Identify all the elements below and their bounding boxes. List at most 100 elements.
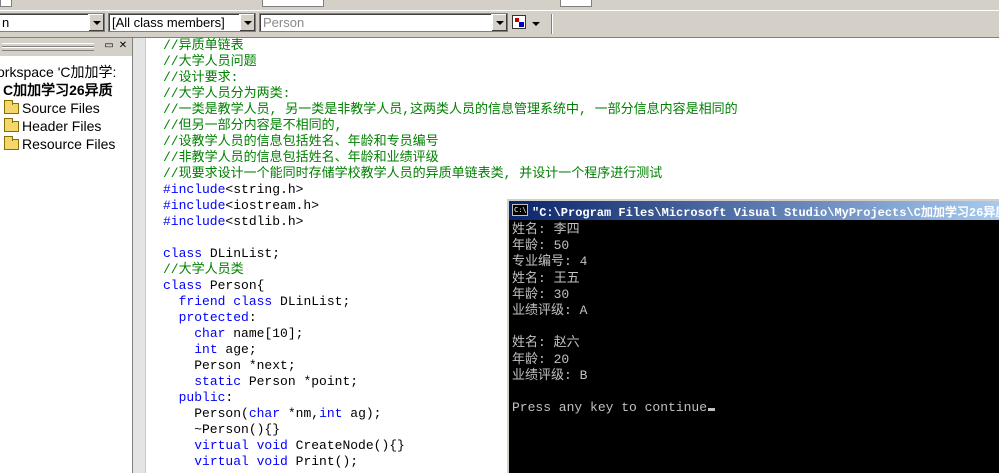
tree-folder-item[interactable]: Header Files	[22, 118, 101, 134]
workspace-header: ▭ ✕	[0, 38, 132, 56]
code-keyword: class	[163, 246, 203, 261]
code-comment: //大学人员分为两类:	[163, 86, 291, 101]
text-cursor	[708, 408, 716, 412]
code-comment: //设教学人员的信息包括姓名、年龄和专员编号	[163, 134, 439, 149]
top-field-left	[0, 0, 12, 7]
code-text: DLinList;	[202, 246, 281, 261]
code-text: Person *next;	[163, 358, 296, 373]
code-line: //大学人员问题	[163, 54, 738, 70]
code-text: <stdlib.h>	[225, 214, 304, 229]
tree-workspace-root[interactable]: orkspace 'C加加学:	[0, 62, 116, 82]
code-text: Person{	[202, 278, 265, 293]
tree-folder-item[interactable]: Resource Files	[22, 136, 115, 152]
code-text: Print();	[287, 454, 359, 469]
code-line: #include<string.h>	[163, 182, 738, 198]
tree-project-node[interactable]: C加加学习26异质	[3, 80, 113, 100]
code-text: Person(	[163, 406, 249, 421]
folder-icon	[4, 100, 19, 114]
members-combo[interactable]: [All class members]	[108, 13, 256, 32]
code-comment: //但另一部分内容是不相同的,	[163, 118, 343, 133]
chevron-down-icon[interactable]	[239, 14, 255, 31]
code-keyword: friend class	[178, 294, 273, 309]
chevron-down-icon[interactable]	[491, 14, 507, 31]
function-combo-value: Person	[263, 15, 305, 30]
code-text: ag);	[342, 406, 382, 421]
code-text: name[10];	[225, 326, 304, 341]
console-line: 专业编号: 4	[512, 254, 588, 270]
code-keyword: virtual void	[194, 438, 288, 453]
code-comment: //设计要求:	[163, 70, 239, 85]
code-text: age;	[217, 342, 257, 357]
code-text: <iostream.h>	[225, 198, 320, 213]
top-field-right	[560, 0, 592, 7]
code-text: *nm,	[280, 406, 320, 421]
code-line: //现要求设计一个能同时存储学校教学人员的异质单链表类, 并设计一个程序进行测试	[163, 166, 738, 182]
code-keyword: virtual void	[194, 454, 288, 469]
code-keyword: class	[163, 278, 203, 293]
console-line: 年龄: 30	[512, 286, 570, 302]
members-combo-value: [All class members]	[112, 15, 225, 30]
code-comment: //异质单链表	[163, 38, 244, 53]
code-text: :	[248, 310, 257, 325]
console-line: 业绩评级: A	[512, 302, 588, 318]
class-combo-value: n	[2, 15, 10, 30]
tree-folder-item[interactable]: Source Files	[22, 100, 100, 116]
editor-margin	[133, 38, 146, 473]
code-comment: //大学人员类	[163, 262, 244, 277]
close-icon[interactable]: ✕	[117, 41, 129, 52]
console-line: 年龄: 50	[512, 238, 570, 254]
code-text: :	[225, 390, 234, 405]
folder-icon	[4, 136, 19, 150]
code-keyword: public	[178, 390, 226, 405]
restore-icon[interactable]: ▭	[103, 41, 115, 52]
code-text: DLinList;	[272, 294, 351, 309]
code-line: //非教学人员的信息包括姓名、年龄和业绩评级	[163, 150, 738, 166]
code-line: //大学人员分为两类:	[163, 86, 738, 102]
code-keyword: #include	[163, 182, 226, 197]
code-line: //设教学人员的信息包括姓名、年龄和专员编号	[163, 134, 738, 150]
drag-grip[interactable]	[2, 47, 94, 51]
code-keyword: #include	[163, 198, 226, 213]
class-combo[interactable]: n	[0, 13, 105, 32]
code-keyword: char	[194, 326, 226, 341]
code-comment: //非教学人员的信息包括姓名、年龄和业绩评级	[163, 150, 439, 165]
toolbar-separator	[551, 14, 553, 34]
code-keyword: #include	[163, 214, 226, 229]
console-title-bar[interactable]: C:\ "C:\Program Files\Microsoft Visual S…	[509, 201, 999, 220]
console-line: 年龄: 20	[512, 351, 570, 367]
console-line: 姓名: 王五	[512, 270, 580, 286]
console-window[interactable]: C:\ "C:\Program Files\Microsoft Visual S…	[507, 199, 999, 473]
chevron-down-icon[interactable]	[88, 14, 104, 31]
code-text: <string.h>	[225, 182, 304, 197]
console-line: 姓名: 李四	[512, 222, 580, 237]
code-keyword: int	[319, 406, 343, 421]
code-line: //设计要求:	[163, 70, 738, 86]
code-keyword: int	[194, 342, 218, 357]
code-keyword: protected	[178, 310, 249, 325]
console-line: Press any key to continue	[512, 400, 716, 416]
dropdown-arrow-icon	[532, 22, 540, 26]
code-line: //异质单链表	[163, 38, 738, 54]
console-title: "C:\Program Files\Microsoft Visual Studi…	[532, 206, 999, 220]
code-line: //一类是教学人员, 另一类是非教学人员,这两类人员的信息管理系统中, 一部分信…	[163, 102, 738, 118]
console-line: 业绩评级: B	[512, 367, 588, 383]
console-line: 姓名: 赵六	[512, 335, 580, 351]
top-field-mid	[262, 0, 324, 7]
top-strip	[0, 0, 999, 10]
folder-icon	[4, 118, 19, 132]
function-combo[interactable]: Person	[259, 13, 508, 32]
class-wizard-icon	[512, 15, 526, 29]
code-comment: //一类是教学人员, 另一类是非教学人员,这两类人员的信息管理系统中, 一部分信…	[163, 102, 738, 117]
console-output: 姓名: 李四 年龄: 50 专业编号: 4 姓名: 王五 年龄: 30 业绩评级: A 姓名…	[512, 222, 716, 416]
wizard-actions-button[interactable]	[510, 13, 544, 33]
